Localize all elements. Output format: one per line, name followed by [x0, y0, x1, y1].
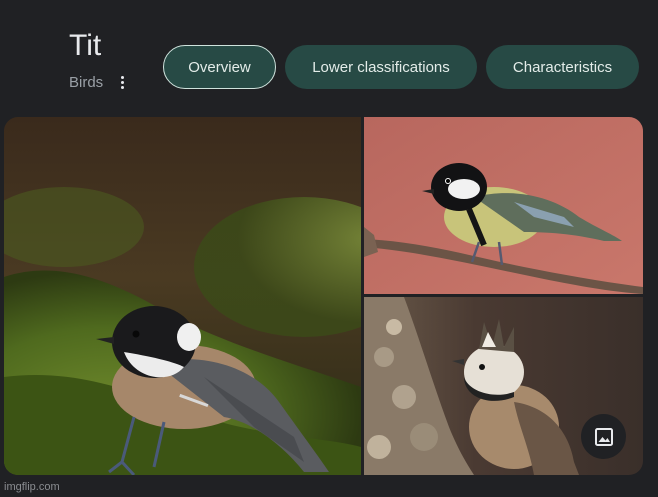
watermark: imgflip.com: [4, 481, 60, 493]
entity-title: Tit: [69, 29, 102, 62]
chip-characteristics[interactable]: Characteristics: [486, 45, 639, 89]
image-coal-tit[interactable]: [4, 117, 361, 475]
more-vert-icon[interactable]: [115, 72, 129, 92]
chip-overview[interactable]: Overview: [163, 45, 276, 89]
image-grid: [4, 117, 643, 475]
entity-subtitle: Birds: [69, 73, 104, 91]
image-icon[interactable]: [581, 414, 626, 459]
entity-header: Tit Birds Overview Lower classifications…: [0, 0, 658, 108]
image-great-tit[interactable]: [364, 117, 643, 294]
entity-subtitle-row: Birds: [69, 72, 129, 92]
chip-lower-classifications[interactable]: Lower classifications: [285, 45, 477, 89]
